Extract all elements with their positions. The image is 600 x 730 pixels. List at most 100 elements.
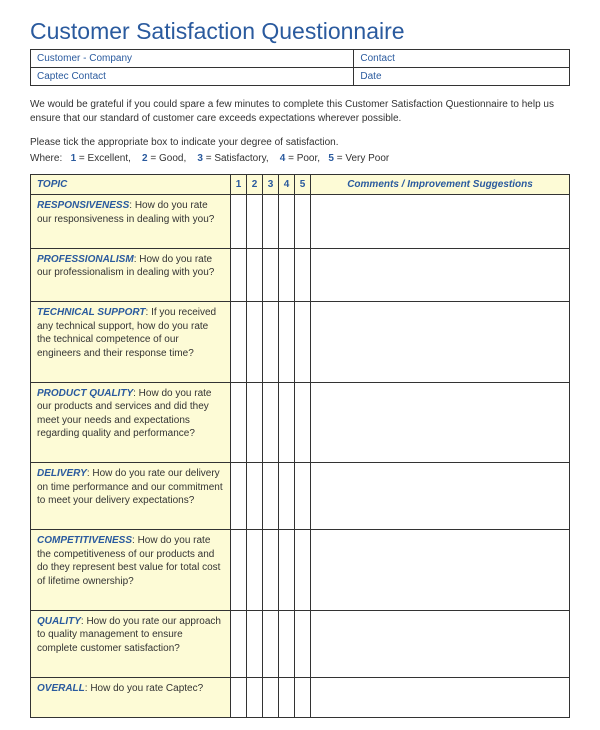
- rating-box-5[interactable]: [295, 302, 311, 365]
- rating-box-1[interactable]: [231, 512, 247, 530]
- rating-box-3[interactable]: [263, 284, 279, 302]
- rating-box-2[interactable]: [247, 248, 263, 284]
- rating-box-4[interactable]: [279, 463, 295, 512]
- rating-box-1[interactable]: [231, 248, 247, 284]
- comments-cell[interactable]: [311, 659, 570, 677]
- comments-cell[interactable]: [311, 230, 570, 248]
- rating-box-3[interactable]: [263, 445, 279, 463]
- rating-box-5[interactable]: [295, 284, 311, 302]
- rating-box-2[interactable]: [247, 463, 263, 512]
- rating-box-5[interactable]: [295, 592, 311, 610]
- rating-box-1[interactable]: [231, 463, 247, 512]
- comments-cell[interactable]: [311, 610, 570, 659]
- rating-box-1[interactable]: [231, 610, 247, 659]
- rating-box-1[interactable]: [231, 445, 247, 463]
- rating-box-1[interactable]: [231, 592, 247, 610]
- rating-box-3[interactable]: [263, 512, 279, 530]
- rating-box-1[interactable]: [231, 677, 247, 699]
- rating-box-1[interactable]: [231, 382, 247, 445]
- comments-cell[interactable]: [311, 592, 570, 610]
- rating-box-2[interactable]: [247, 659, 263, 677]
- rating-box-2[interactable]: [247, 445, 263, 463]
- rating-box-1[interactable]: [231, 230, 247, 248]
- rating-box-1[interactable]: [231, 195, 247, 231]
- comments-cell[interactable]: [311, 512, 570, 530]
- comments-cell[interactable]: [311, 195, 570, 231]
- comments-cell[interactable]: [311, 463, 570, 512]
- rating-box-4[interactable]: [279, 592, 295, 610]
- rating-box-5[interactable]: [295, 610, 311, 659]
- comments-cell[interactable]: [311, 248, 570, 284]
- rating-box-3[interactable]: [263, 195, 279, 231]
- comments-cell[interactable]: [311, 284, 570, 302]
- rating-box-4[interactable]: [279, 699, 295, 717]
- rating-box-5[interactable]: [295, 248, 311, 284]
- rating-box-4[interactable]: [279, 364, 295, 382]
- rating-box-2[interactable]: [247, 610, 263, 659]
- rating-box-5[interactable]: [295, 195, 311, 231]
- rating-box-3[interactable]: [263, 592, 279, 610]
- rating-box-2[interactable]: [247, 677, 263, 699]
- comments-cell[interactable]: [311, 530, 570, 593]
- rating-box-3[interactable]: [263, 610, 279, 659]
- rating-box-4[interactable]: [279, 610, 295, 659]
- comments-cell[interactable]: [311, 364, 570, 382]
- rating-box-4[interactable]: [279, 677, 295, 699]
- comments-cell[interactable]: [311, 677, 570, 699]
- date-label[interactable]: Date: [354, 68, 570, 86]
- rating-box-4[interactable]: [279, 445, 295, 463]
- rating-box-5[interactable]: [295, 659, 311, 677]
- rating-box-4[interactable]: [279, 302, 295, 365]
- captec-contact-label[interactable]: Captec Contact: [31, 68, 354, 86]
- rating-box-2[interactable]: [247, 195, 263, 231]
- rating-box-3[interactable]: [263, 463, 279, 512]
- rating-box-5[interactable]: [295, 364, 311, 382]
- rating-box-1[interactable]: [231, 530, 247, 593]
- rating-box-3[interactable]: [263, 677, 279, 699]
- contact-label[interactable]: Contact: [354, 50, 570, 68]
- rating-box-4[interactable]: [279, 195, 295, 231]
- rating-box-3[interactable]: [263, 659, 279, 677]
- comments-cell[interactable]: [311, 302, 570, 365]
- rating-box-3[interactable]: [263, 230, 279, 248]
- rating-box-5[interactable]: [295, 382, 311, 445]
- rating-box-4[interactable]: [279, 382, 295, 445]
- rating-box-2[interactable]: [247, 592, 263, 610]
- rating-box-5[interactable]: [295, 512, 311, 530]
- rating-box-5[interactable]: [295, 530, 311, 593]
- rating-box-2[interactable]: [247, 699, 263, 717]
- rating-box-5[interactable]: [295, 699, 311, 717]
- rating-box-1[interactable]: [231, 302, 247, 365]
- rating-box-4[interactable]: [279, 530, 295, 593]
- rating-box-4[interactable]: [279, 512, 295, 530]
- rating-box-2[interactable]: [247, 530, 263, 593]
- rating-box-1[interactable]: [231, 659, 247, 677]
- rating-box-3[interactable]: [263, 364, 279, 382]
- rating-box-2[interactable]: [247, 364, 263, 382]
- rating-box-1[interactable]: [231, 364, 247, 382]
- rating-box-4[interactable]: [279, 230, 295, 248]
- rating-box-2[interactable]: [247, 302, 263, 365]
- rating-box-2[interactable]: [247, 230, 263, 248]
- rating-box-5[interactable]: [295, 445, 311, 463]
- rating-box-5[interactable]: [295, 230, 311, 248]
- comments-cell[interactable]: [311, 699, 570, 717]
- rating-box-5[interactable]: [295, 463, 311, 512]
- comments-cell[interactable]: [311, 445, 570, 463]
- rating-box-5[interactable]: [295, 677, 311, 699]
- rating-box-4[interactable]: [279, 659, 295, 677]
- customer-company-label[interactable]: Customer - Company: [31, 50, 354, 68]
- rating-box-2[interactable]: [247, 284, 263, 302]
- rating-box-2[interactable]: [247, 382, 263, 445]
- rating-box-3[interactable]: [263, 248, 279, 284]
- rating-box-4[interactable]: [279, 248, 295, 284]
- comments-cell[interactable]: [311, 382, 570, 445]
- rating-box-3[interactable]: [263, 530, 279, 593]
- rating-box-2[interactable]: [247, 512, 263, 530]
- rating-box-1[interactable]: [231, 284, 247, 302]
- rating-box-3[interactable]: [263, 382, 279, 445]
- rating-box-3[interactable]: [263, 302, 279, 365]
- rating-box-4[interactable]: [279, 284, 295, 302]
- rating-box-1[interactable]: [231, 699, 247, 717]
- rating-box-3[interactable]: [263, 699, 279, 717]
